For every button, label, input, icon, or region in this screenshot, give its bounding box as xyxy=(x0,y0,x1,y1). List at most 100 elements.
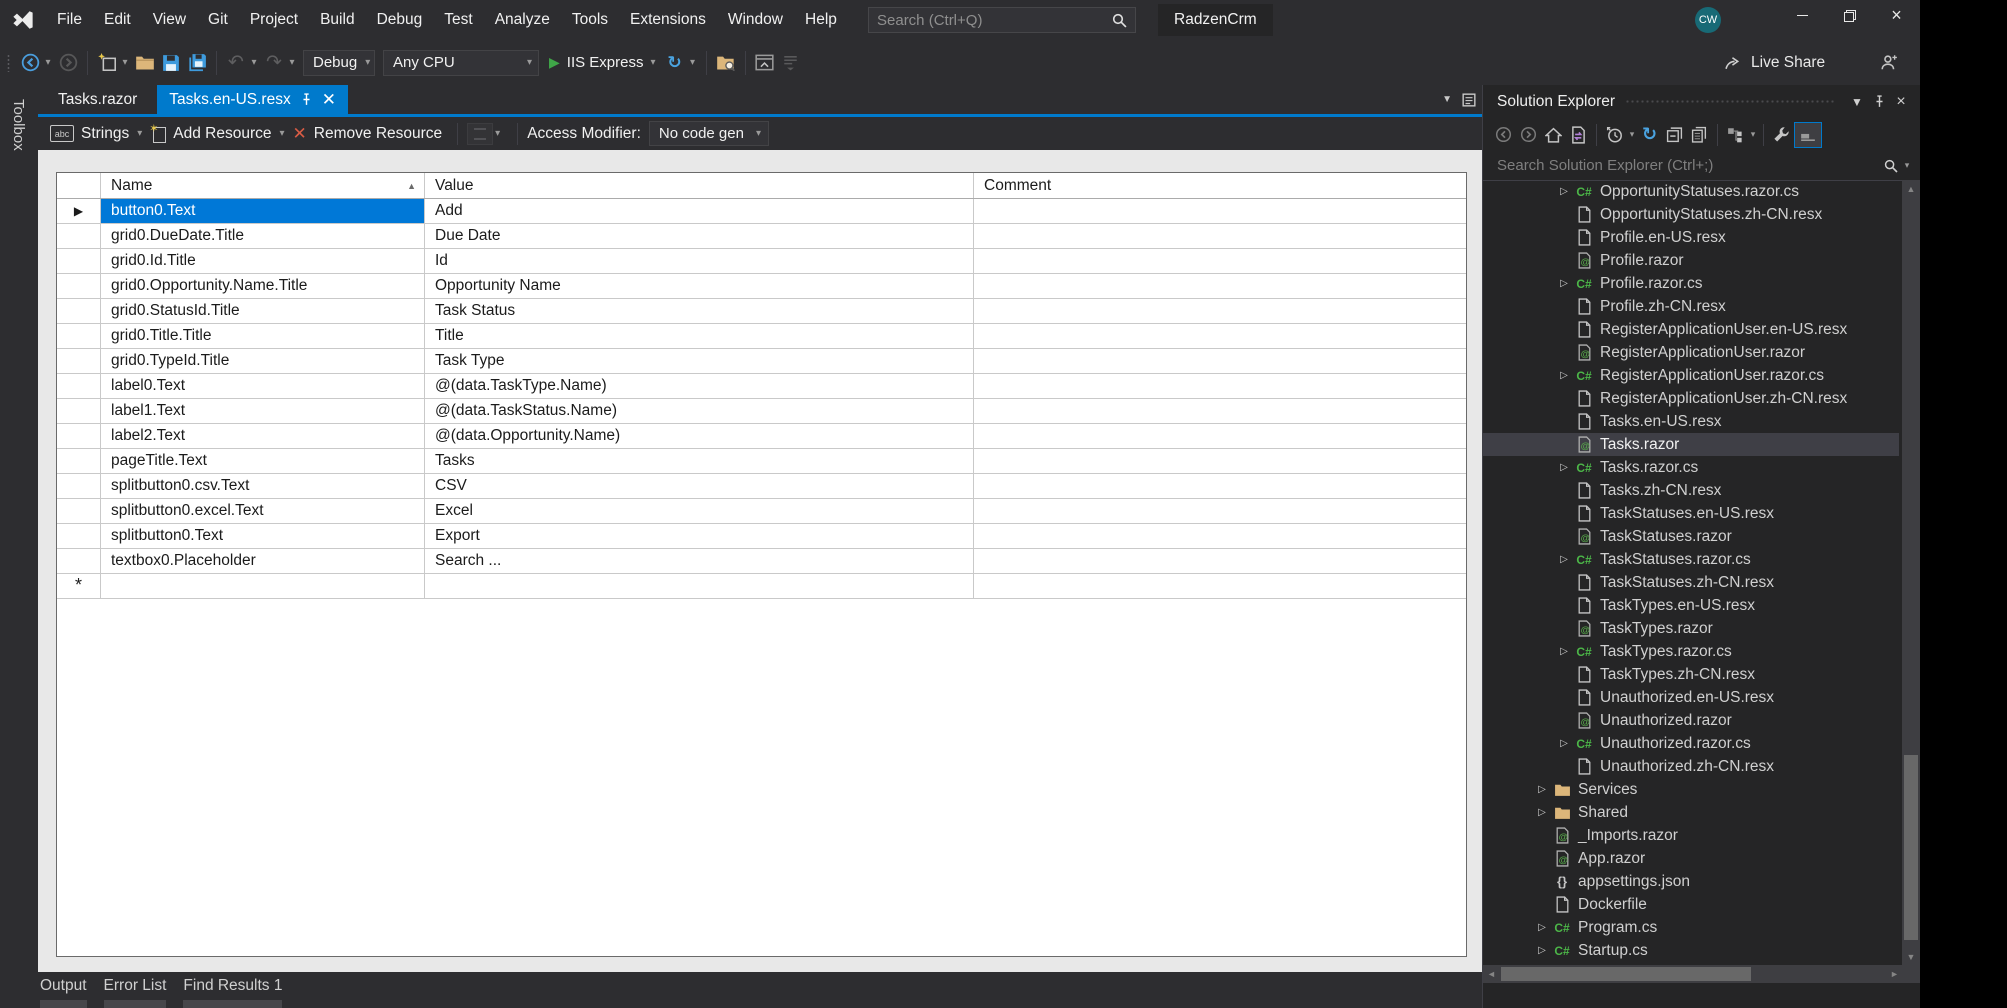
tree-item[interactable]: @ RegisterApplicationUser.razor xyxy=(1483,341,1899,364)
se-forward-icon[interactable] xyxy=(1516,122,1541,148)
search-icon[interactable] xyxy=(1112,13,1127,28)
minimize-button[interactable] xyxy=(1779,0,1826,30)
scroll-up-icon[interactable]: ▲ xyxy=(1902,180,1920,197)
resource-value-cell[interactable]: Due Date xyxy=(425,224,974,248)
panel-tab-error-list[interactable]: Error List xyxy=(103,972,167,1008)
tab-Tasks.en-US.resx[interactable]: Tasks.en-US.resx ✕ xyxy=(157,85,348,114)
tree-item[interactable]: {} appsettings.json xyxy=(1483,870,1899,893)
tree-item[interactable]: @ TaskTypes.razor xyxy=(1483,617,1899,640)
resource-value-cell[interactable]: Title xyxy=(425,324,974,348)
resource-value-cell[interactable]: Id xyxy=(425,249,974,273)
share-person-icon[interactable] xyxy=(1880,40,1898,85)
se-back-icon[interactable] xyxy=(1491,122,1516,148)
pin-icon[interactable] xyxy=(300,93,313,106)
resource-comment-cell[interactable] xyxy=(974,349,1466,373)
resource-comment-cell[interactable] xyxy=(974,524,1466,548)
row-selector-cell[interactable] xyxy=(57,524,101,548)
tree-item[interactable]: Unauthorized.zh-CN.resx xyxy=(1483,755,1899,778)
collapse-all-icon[interactable] xyxy=(1662,122,1687,148)
menu-analyze[interactable]: Analyze xyxy=(484,0,561,40)
column-header-value[interactable]: Value xyxy=(425,173,974,198)
resource-value-cell[interactable]: @(data.Opportunity.Name) xyxy=(425,424,974,448)
access-modifier-combo[interactable]: No code gen ▾ xyxy=(648,121,769,146)
horizontal-scrollbar[interactable]: ◄ ► xyxy=(1483,965,1903,983)
resource-name-cell[interactable]: grid0.Title.Title xyxy=(101,324,425,348)
resource-name-cell[interactable]: grid0.TypeId.Title xyxy=(101,349,425,373)
tree-item[interactable]: ▷ C# TaskTypes.razor.cs xyxy=(1483,640,1899,663)
solution-search-input[interactable] xyxy=(1497,157,1880,174)
resource-value-cell[interactable]: Opportunity Name xyxy=(425,274,974,298)
expander-icon[interactable]: ▷ xyxy=(1554,278,1574,289)
resource-value-cell[interactable]: Tasks xyxy=(425,449,974,473)
column-header-comment[interactable]: Comment xyxy=(974,173,1466,198)
resource-value-cell[interactable]: Search ... xyxy=(425,549,974,573)
row-selector-cell[interactable] xyxy=(57,549,101,573)
chevron-down-icon[interactable]: ▾ xyxy=(1627,129,1637,140)
refresh-icon[interactable]: ↻ xyxy=(663,49,687,77)
menu-edit[interactable]: Edit xyxy=(93,0,142,40)
tree-item[interactable]: @ App.razor xyxy=(1483,847,1899,870)
expander-icon[interactable]: ▷ xyxy=(1532,945,1552,956)
solution-configuration-combo[interactable]: Debug ▾ xyxy=(303,49,375,76)
tree-item[interactable]: ▷ C# TaskStatuses.razor.cs xyxy=(1483,548,1899,571)
tree-item[interactable]: ▷ Shared xyxy=(1483,801,1899,824)
expander-icon[interactable]: ▷ xyxy=(1554,738,1574,749)
tree-item[interactable]: ▷ Services xyxy=(1483,778,1899,801)
close-icon[interactable]: × xyxy=(1890,93,1912,111)
resource-value-cell[interactable]: Task Type xyxy=(425,349,974,373)
menu-extensions[interactable]: Extensions xyxy=(619,0,717,40)
chevron-down-icon[interactable]: ▾ xyxy=(287,57,297,68)
row-selector-cell[interactable] xyxy=(57,449,101,473)
new-project-icon[interactable] xyxy=(95,49,119,77)
resource-comment-cell[interactable] xyxy=(974,274,1466,298)
row-selector-header[interactable] xyxy=(57,173,101,198)
resource-name-cell[interactable]: button0.Text xyxy=(101,199,425,223)
resource-value-cell[interactable]: Export xyxy=(425,524,974,548)
chevron-down-icon[interactable]: ▾ xyxy=(43,57,53,68)
panel-tab-find-results-1[interactable]: Find Results 1 xyxy=(183,972,283,1008)
tree-item[interactable]: ▷ C# Profile.razor.cs xyxy=(1483,272,1899,295)
wrench-icon[interactable] xyxy=(1769,122,1794,148)
menu-help[interactable]: Help xyxy=(794,0,848,40)
expander-icon[interactable]: ▷ xyxy=(1554,646,1574,657)
resource-comment-cell[interactable] xyxy=(974,424,1466,448)
row-selector-cell[interactable] xyxy=(57,399,101,423)
start-debug-button[interactable]: ▶ IIS Express ▾ xyxy=(549,54,656,71)
tree-item[interactable]: @ TaskStatuses.razor xyxy=(1483,525,1899,548)
tree-item[interactable]: RegisterApplicationUser.zh-CN.resx xyxy=(1483,387,1899,410)
resource-comment-cell[interactable] xyxy=(974,249,1466,273)
tree-item[interactable]: Tasks.zh-CN.resx xyxy=(1483,479,1899,502)
row-selector-cell[interactable] xyxy=(57,324,101,348)
row-selector-cell[interactable] xyxy=(57,349,101,373)
solution-search-box[interactable]: ▾ xyxy=(1483,151,1920,181)
tree-item[interactable]: ▷ C# OpportunityStatuses.razor.cs xyxy=(1483,180,1899,203)
chevron-down-icon[interactable]: ▾ xyxy=(495,128,500,139)
row-selector-cell[interactable] xyxy=(57,224,101,248)
pending-changes-filter-icon[interactable] xyxy=(1602,122,1627,148)
menu-build[interactable]: Build xyxy=(309,0,365,40)
resource-name-cell[interactable]: pageTitle.Text xyxy=(101,449,425,473)
resource-comment-cell[interactable] xyxy=(974,499,1466,523)
undo-icon[interactable]: ↶ xyxy=(224,49,248,77)
tree-item[interactable]: Profile.en-US.resx xyxy=(1483,226,1899,249)
tree-item[interactable]: TaskTypes.en-US.resx xyxy=(1483,594,1899,617)
resource-comment-cell[interactable] xyxy=(974,549,1466,573)
tree-item[interactable]: @ Tasks.razor xyxy=(1483,433,1899,456)
resource-value-cell[interactable] xyxy=(425,574,974,598)
row-selector-cell[interactable] xyxy=(57,374,101,398)
column-header-name[interactable]: Name ▲ xyxy=(101,173,425,198)
resource-value-cell[interactable]: CSV xyxy=(425,474,974,498)
chevron-down-icon[interactable]: ▾ xyxy=(249,57,259,68)
scrollbar-thumb[interactable] xyxy=(1904,755,1918,940)
expander-icon[interactable]: ▷ xyxy=(1532,922,1552,933)
row-selector-cell[interactable] xyxy=(57,474,101,498)
live-share-button[interactable]: Live Share xyxy=(1724,40,1825,85)
preview-window-icon[interactable] xyxy=(753,49,777,77)
menu-file[interactable]: File xyxy=(46,0,93,40)
menu-git[interactable]: Git xyxy=(197,0,239,40)
toolbox-side-tab[interactable]: Toolbox xyxy=(0,85,38,1008)
user-avatar[interactable]: CW xyxy=(1695,7,1721,33)
panel-tab-output[interactable]: Output xyxy=(40,972,87,1008)
menu-debug[interactable]: Debug xyxy=(366,0,434,40)
tree-item[interactable]: ▷ C# Program.cs xyxy=(1483,916,1899,939)
